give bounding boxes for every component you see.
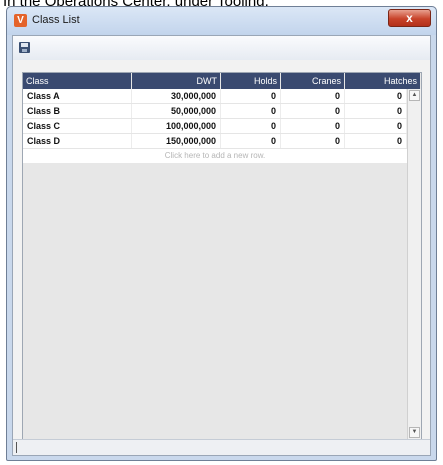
cell-dwt[interactable]: 30,000,000 <box>132 89 221 103</box>
cell-holds[interactable]: 0 <box>221 89 281 103</box>
cell-class[interactable]: Class C <box>23 119 132 133</box>
column-header-holds[interactable]: Holds <box>221 73 281 89</box>
cell-cranes[interactable]: 0 <box>281 89 345 103</box>
column-header-dwt[interactable]: DWT <box>132 73 221 89</box>
table-row[interactable]: Class A 30,000,000 0 0 0 <box>23 89 407 104</box>
cell-hatches[interactable]: 0 <box>345 89 407 103</box>
add-row-prompt[interactable]: Click here to add a new row. <box>23 149 407 163</box>
cell-class[interactable]: Class D <box>23 134 132 148</box>
title-bar[interactable]: V Class List x <box>7 7 436 35</box>
cell-dwt[interactable]: 100,000,000 <box>132 119 221 133</box>
close-icon: x <box>406 11 413 25</box>
vertical-scrollbar[interactable]: ▲ ▼ <box>407 89 421 440</box>
cell-hatches[interactable]: 0 <box>345 134 407 148</box>
class-grid: Class DWT Holds Cranes Hatches Class A 3… <box>22 72 422 441</box>
status-divider <box>16 442 17 453</box>
cell-hatches[interactable]: 0 <box>345 119 407 133</box>
status-bar <box>13 439 430 455</box>
class-list-window: V Class List x Class DWT Holds Cranes Ha… <box>6 6 437 461</box>
app-icon: V <box>14 14 27 27</box>
cell-holds[interactable]: 0 <box>221 104 281 118</box>
cell-dwt[interactable]: 50,000,000 <box>132 104 221 118</box>
cell-holds[interactable]: 0 <box>221 119 281 133</box>
save-icon[interactable] <box>19 42 30 53</box>
column-header-class[interactable]: Class <box>23 73 132 89</box>
column-header-hatches[interactable]: Hatches <box>345 73 421 89</box>
cell-cranes[interactable]: 0 <box>281 134 345 148</box>
cell-hatches[interactable]: 0 <box>345 104 407 118</box>
table-row[interactable]: Class D 150,000,000 0 0 0 <box>23 134 407 149</box>
cell-class[interactable]: Class B <box>23 104 132 118</box>
cell-class[interactable]: Class A <box>23 89 132 103</box>
table-row[interactable]: Class C 100,000,000 0 0 0 <box>23 119 407 134</box>
window-title: Class List <box>32 14 80 26</box>
cell-cranes[interactable]: 0 <box>281 104 345 118</box>
scroll-down-icon[interactable]: ▼ <box>409 427 420 438</box>
cell-holds[interactable]: 0 <box>221 134 281 148</box>
scroll-up-icon[interactable]: ▲ <box>409 90 420 101</box>
window-content: Class DWT Holds Cranes Hatches Class A 3… <box>12 35 431 456</box>
close-button[interactable]: x <box>388 9 431 27</box>
cell-dwt[interactable]: 150,000,000 <box>132 134 221 148</box>
toolbar <box>13 36 430 60</box>
column-header-cranes[interactable]: Cranes <box>281 73 345 89</box>
table-row[interactable]: Class B 50,000,000 0 0 0 <box>23 104 407 119</box>
cell-cranes[interactable]: 0 <box>281 119 345 133</box>
grid-header: Class DWT Holds Cranes Hatches <box>23 73 421 89</box>
